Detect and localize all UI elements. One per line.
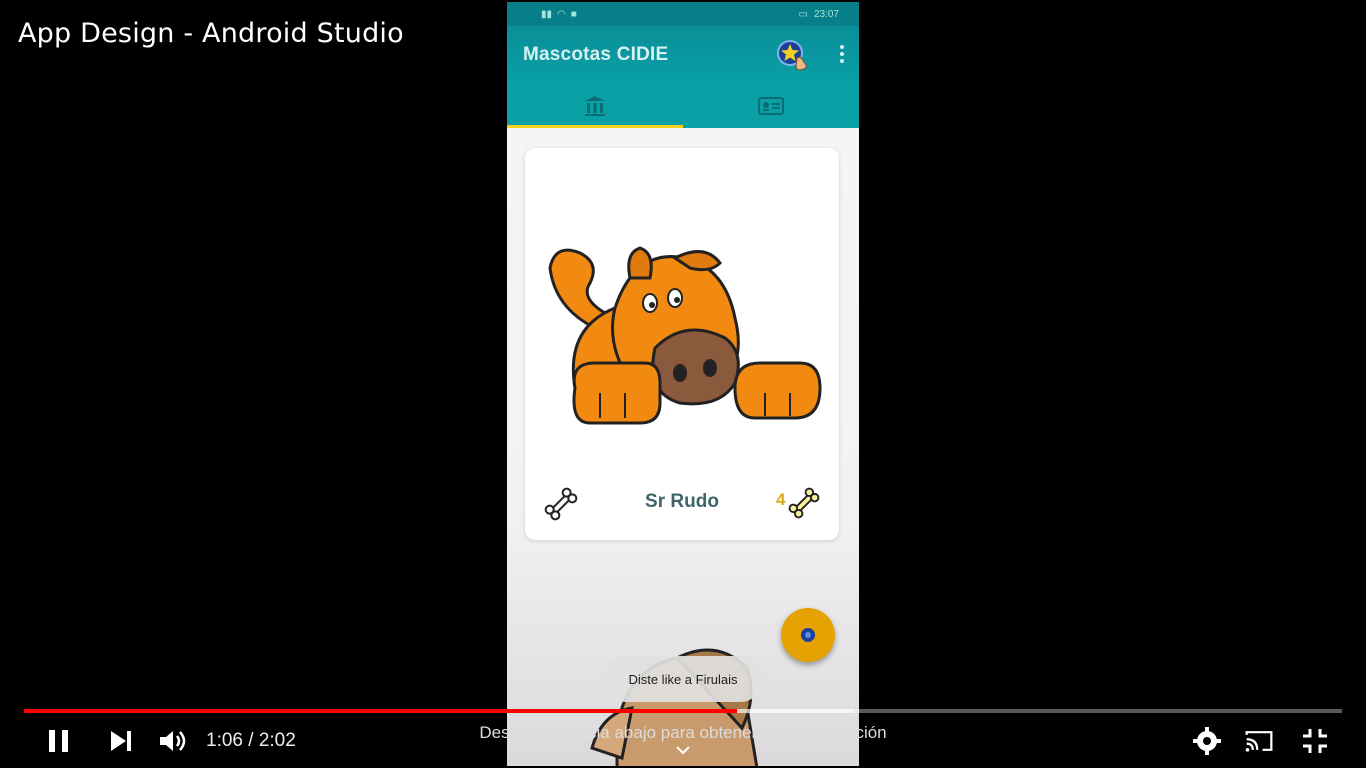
tab-profile[interactable] — [683, 84, 859, 128]
camera-icon — [801, 628, 815, 642]
signal-icon: ▮▮ — [541, 8, 553, 20]
battery-icon: ▭ — [798, 8, 808, 20]
institution-icon — [585, 96, 605, 116]
bone-rating-icon — [788, 487, 820, 519]
app-bar: Mascotas CIDIE — [507, 26, 859, 84]
tab-bar — [507, 84, 859, 128]
exit-fullscreen-icon[interactable] — [1300, 726, 1330, 756]
status-icons-right: ▭ 23:07 — [799, 9, 839, 20]
cast-icon[interactable] — [1244, 726, 1274, 756]
id-card-icon — [758, 97, 784, 115]
player-controls: 1:06 / 2:02 Desplázate hacia abajo para … — [0, 718, 1366, 768]
pet-list[interactable]: Sr Rudo 4 Diste like a Firulais — [507, 128, 859, 766]
favorite-star-icon[interactable] — [775, 38, 809, 72]
video-icon: ■ — [570, 8, 577, 20]
dog-illustration — [548, 246, 822, 425]
tab-home[interactable] — [507, 84, 683, 128]
played-bar — [24, 709, 738, 713]
toast-message: Diste like a Firulais — [603, 656, 763, 702]
like-count: 4 — [776, 490, 786, 509]
status-icons-left: ▮▮ ◠ ■ — [541, 9, 577, 20]
video-progress-bar[interactable] — [24, 709, 1342, 713]
camera-fab-button[interactable] — [781, 608, 835, 662]
pet-card[interactable]: Sr Rudo 4 — [525, 148, 839, 540]
wifi-icon: ◠ — [557, 8, 566, 20]
chevron-down-icon[interactable] — [675, 744, 691, 756]
settings-gear-icon[interactable] — [1192, 726, 1222, 756]
scroll-hint: Desplázate hacia abajo para obtener más … — [479, 723, 887, 742]
status-time: 23:07 — [813, 8, 839, 20]
phone-screen: ▮▮ ◠ ■ ▭ 23:07 Mascotas CIDIE Sr Rudo 4 … — [507, 2, 859, 766]
video-title: App Design - Android Studio — [18, 18, 404, 49]
app-title: Mascotas CIDIE — [523, 44, 669, 65]
more-options-icon[interactable] — [839, 44, 845, 64]
status-bar: ▮▮ ◠ ■ ▭ 23:07 — [507, 2, 859, 26]
